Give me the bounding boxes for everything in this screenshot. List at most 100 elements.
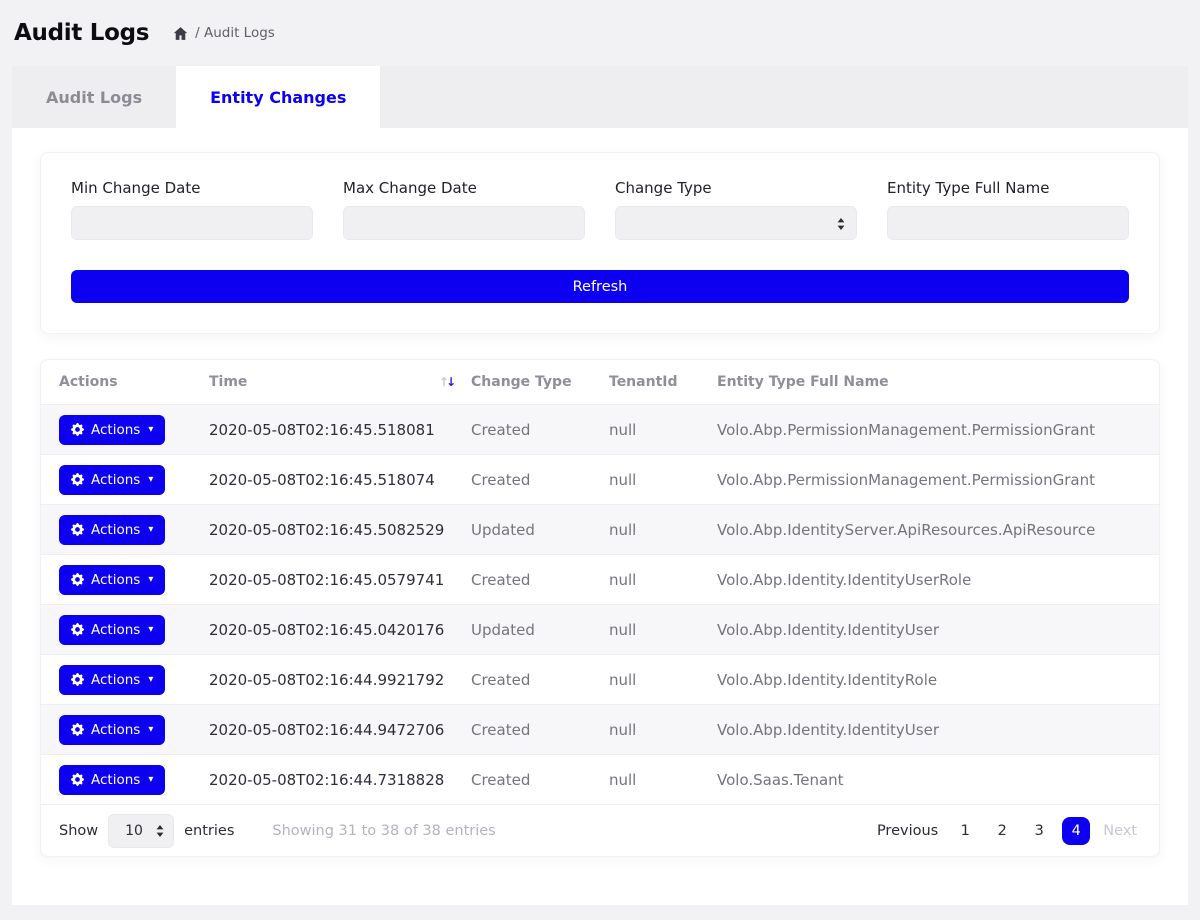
row-tenant-id: null xyxy=(609,721,717,739)
entity-type-input[interactable] xyxy=(887,206,1129,240)
row-actions-button[interactable]: Actions ▾ xyxy=(59,465,165,495)
column-header-tenant-id: TenantId xyxy=(609,374,717,390)
max-change-date-label: Max Change Date xyxy=(343,179,585,197)
entries-label: entries xyxy=(184,823,234,839)
row-entity-type: Volo.Saas.Tenant xyxy=(717,771,1141,789)
min-change-date-input[interactable] xyxy=(71,206,313,240)
row-tenant-id: null xyxy=(609,521,717,539)
row-time: 2020-05-08T02:16:44.9472706 xyxy=(209,721,471,739)
row-actions-button[interactable]: Actions ▾ xyxy=(59,515,165,545)
column-header-entity-type: Entity Type Full Name xyxy=(717,374,1141,390)
row-time: 2020-05-08T02:16:44.7318828 xyxy=(209,771,471,789)
row-actions-button[interactable]: Actions ▾ xyxy=(59,665,165,695)
row-actions-label: Actions xyxy=(91,472,140,488)
pagination-page-4[interactable]: 4 xyxy=(1062,817,1090,845)
min-change-date-label: Min Change Date xyxy=(71,179,313,197)
row-entity-type: Volo.Abp.IdentityServer.ApiResources.Api… xyxy=(717,521,1141,539)
row-change-type: Created xyxy=(471,721,609,739)
row-tenant-id: null xyxy=(609,471,717,489)
pagination-previous[interactable]: Previous xyxy=(873,823,942,839)
table-row: Actions ▾ 2020-05-08T02:16:45.5082529 Up… xyxy=(41,504,1159,554)
row-tenant-id: null xyxy=(609,571,717,589)
entity-type-label: Entity Type Full Name xyxy=(887,179,1129,197)
table-row: Actions ▾ 2020-05-08T02:16:44.7318828 Cr… xyxy=(41,754,1159,804)
pagination-page-1[interactable]: 1 xyxy=(951,817,979,845)
row-actions-label: Actions xyxy=(91,622,140,638)
row-change-type: Created xyxy=(471,571,609,589)
row-entity-type: Volo.Abp.PermissionManagement.Permission… xyxy=(717,421,1141,439)
gear-icon xyxy=(71,423,84,436)
pagination-pages: 1234 xyxy=(951,817,1090,845)
row-change-type: Created xyxy=(471,421,609,439)
row-entity-type: Volo.Abp.Identity.IdentityUserRole xyxy=(717,571,1141,589)
breadcrumb: / Audit Logs xyxy=(173,25,275,41)
row-actions-label: Actions xyxy=(91,722,140,738)
row-actions-label: Actions xyxy=(91,572,140,588)
table-row: Actions ▾ 2020-05-08T02:16:45.518074 Cre… xyxy=(41,454,1159,504)
gear-icon xyxy=(71,623,84,636)
row-actions-button[interactable]: Actions ▾ xyxy=(59,715,165,745)
row-actions-button[interactable]: Actions ▾ xyxy=(59,765,165,795)
sort-icon[interactable]: ↑↓ xyxy=(439,375,453,389)
showing-entries-status: Showing 31 to 38 of 38 entries xyxy=(272,823,495,839)
column-header-time[interactable]: Time ↑↓ xyxy=(209,374,471,390)
row-actions-button[interactable]: Actions ▾ xyxy=(59,565,165,595)
page-size-select[interactable]: 10 xyxy=(108,814,174,848)
row-time: 2020-05-08T02:16:45.518074 xyxy=(209,471,471,489)
tab-strip: Audit Logs Entity Changes xyxy=(12,66,1188,128)
row-change-type: Updated xyxy=(471,621,609,639)
caret-down-icon: ▾ xyxy=(148,774,153,785)
home-icon[interactable] xyxy=(173,26,188,41)
row-time: 2020-05-08T02:16:44.9921792 xyxy=(209,671,471,689)
row-time: 2020-05-08T02:16:45.5082529 xyxy=(209,521,471,539)
filter-field-max-change-date: Max Change Date xyxy=(343,179,585,240)
refresh-button[interactable]: Refresh xyxy=(71,270,1129,303)
row-entity-type: Volo.Abp.Identity.IdentityUser xyxy=(717,621,1141,639)
gear-icon xyxy=(71,773,84,786)
gear-icon xyxy=(71,523,84,536)
table-body: Actions ▾ 2020-05-08T02:16:45.518081 Cre… xyxy=(41,404,1159,804)
caret-down-icon: ▾ xyxy=(148,624,153,635)
caret-down-icon: ▾ xyxy=(148,474,153,485)
row-actions-button[interactable]: Actions ▾ xyxy=(59,415,165,445)
filter-field-change-type: Change Type xyxy=(615,179,857,240)
breadcrumb-current: / Audit Logs xyxy=(195,25,275,41)
row-entity-type: Volo.Abp.Identity.IdentityRole xyxy=(717,671,1141,689)
row-entity-type: Volo.Abp.PermissionManagement.Permission… xyxy=(717,471,1141,489)
caret-down-icon: ▾ xyxy=(148,674,153,685)
change-type-select[interactable] xyxy=(615,206,857,240)
row-tenant-id: null xyxy=(609,771,717,789)
page-title: Audit Logs xyxy=(14,20,149,46)
pagination-page-2[interactable]: 2 xyxy=(988,817,1016,845)
table-header-row: Actions Time ↑↓ Change Type TenantId Ent… xyxy=(41,360,1159,404)
filter-card: Min Change Date Max Change Date Change T… xyxy=(40,152,1160,334)
row-tenant-id: null xyxy=(609,421,717,439)
table-row: Actions ▾ 2020-05-08T02:16:45.0579741 Cr… xyxy=(41,554,1159,604)
max-change-date-input[interactable] xyxy=(343,206,585,240)
pagination-next[interactable]: Next xyxy=(1099,823,1141,839)
entity-changes-table: Actions Time ↑↓ Change Type TenantId Ent… xyxy=(40,359,1160,857)
page-header: Audit Logs / Audit Logs xyxy=(0,0,1200,66)
table-row: Actions ▾ 2020-05-08T02:16:44.9921792 Cr… xyxy=(41,654,1159,704)
column-header-change-type: Change Type xyxy=(471,374,609,390)
pagination: Previous 1234 Next xyxy=(873,817,1141,845)
row-actions-button[interactable]: Actions ▾ xyxy=(59,615,165,645)
row-entity-type: Volo.Abp.Identity.IdentityUser xyxy=(717,721,1141,739)
tab-audit-logs[interactable]: Audit Logs xyxy=(12,66,176,128)
row-actions-label: Actions xyxy=(91,522,140,538)
tab-entity-changes[interactable]: Entity Changes xyxy=(176,66,380,128)
pagination-page-3[interactable]: 3 xyxy=(1025,817,1053,845)
table-footer: Show 10 entries Showing 31 to 38 of 38 e… xyxy=(41,804,1159,856)
show-label: Show xyxy=(59,823,98,839)
row-actions-label: Actions xyxy=(91,672,140,688)
row-tenant-id: null xyxy=(609,671,717,689)
row-change-type: Created xyxy=(471,671,609,689)
row-change-type: Created xyxy=(471,471,609,489)
caret-down-icon: ▾ xyxy=(148,424,153,435)
row-tenant-id: null xyxy=(609,621,717,639)
filter-field-entity-type: Entity Type Full Name xyxy=(887,179,1129,240)
row-actions-label: Actions xyxy=(91,772,140,788)
row-time: 2020-05-08T02:16:45.0579741 xyxy=(209,571,471,589)
gear-icon xyxy=(71,573,84,586)
table-row: Actions ▾ 2020-05-08T02:16:44.9472706 Cr… xyxy=(41,704,1159,754)
